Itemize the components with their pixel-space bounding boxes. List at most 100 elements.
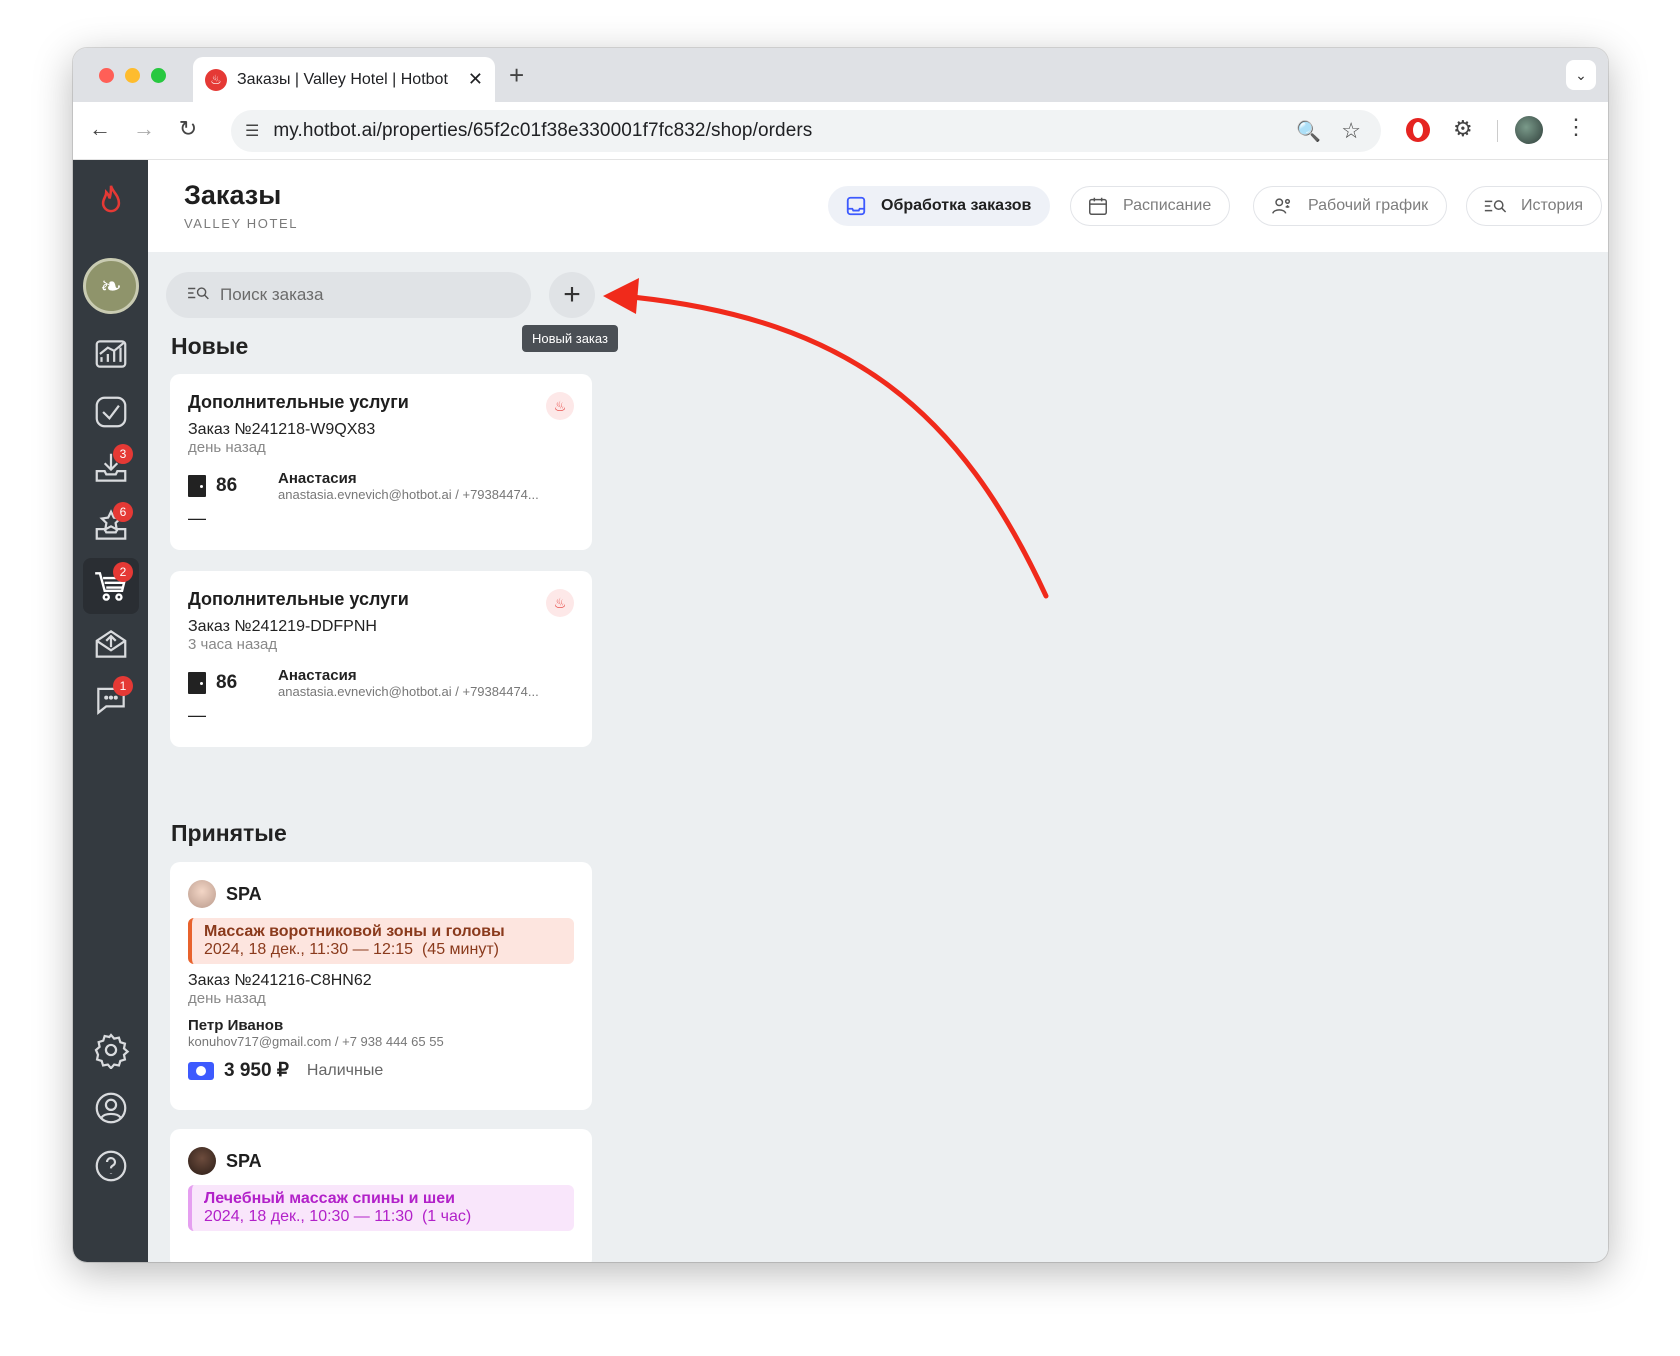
tab-search-button[interactable]: ⌄: [1566, 60, 1596, 90]
orders-badge: 2: [113, 562, 133, 582]
bookmark-star-icon[interactable]: ☆: [1341, 118, 1361, 144]
new-order-button[interactable]: +: [549, 272, 595, 318]
fire-icon: ♨: [546, 589, 574, 617]
site-settings-icon[interactable]: ☰: [245, 121, 259, 141]
page-title: Заказы: [184, 180, 282, 210]
opera-extension-icon[interactable]: [1406, 118, 1430, 142]
hotbot-app: ❧ 3 6 2 1 Заказы VALLEY HOTEL Обработка …: [73, 160, 1608, 1262]
user-profile-icon[interactable]: [83, 1080, 139, 1136]
section-title-new: Новые: [171, 333, 249, 359]
calendar-icon: [1087, 195, 1109, 217]
mail-upload-icon[interactable]: [83, 616, 139, 672]
analytics-icon[interactable]: [83, 326, 139, 382]
order-age: 3 часа назад: [188, 636, 278, 653]
address-bar[interactable]: ☰ my.hotbot.ai/properties/65f2c01f38e330…: [231, 110, 1381, 152]
search-input[interactable]: [220, 285, 511, 305]
settings-gear-icon[interactable]: [83, 1022, 139, 1078]
cash-icon: [188, 1061, 214, 1080]
guest-name: Анастасия: [278, 470, 357, 487]
service-block: Массаж воротниковой зоны и головы 2024, …: [188, 918, 574, 964]
room-number: 86: [188, 672, 278, 694]
close-window-button[interactable]: [99, 68, 114, 83]
order-title: Дополнительные услуги: [188, 589, 409, 609]
order-title: Дополнительные услуги: [188, 392, 409, 412]
guest-contact: anastasia.evnevich@hotbot.ai / +79384474…: [278, 487, 539, 502]
order-category: SPA: [226, 1150, 262, 1171]
tab-work-schedule[interactable]: Рабочий график: [1253, 186, 1448, 226]
guest-contact: anastasia.evnevich@hotbot.ai / +79384474…: [278, 684, 539, 699]
order-card[interactable]: Дополнительные услуги ♨ Заказ №241218-W9…: [170, 374, 592, 550]
order-amount: 3 950 ₽: [224, 1060, 289, 1081]
order-age: день назад: [188, 439, 266, 456]
browser-tab[interactable]: ♨ Заказы | Valley Hotel | Hotbot ✕: [193, 57, 495, 102]
staff-avatar: [188, 880, 216, 908]
page-header: Заказы VALLEY HOTEL Обработка заказов Ра…: [148, 160, 1608, 252]
order-age: день назад: [188, 990, 266, 1007]
guest-name: Анастасия: [278, 667, 357, 684]
order-card[interactable]: Дополнительные услуги ♨ Заказ №241219-DD…: [170, 571, 592, 747]
zoom-icon[interactable]: 🔍: [1296, 119, 1321, 144]
hotbot-logo-icon[interactable]: [83, 172, 139, 228]
order-note: —: [188, 508, 206, 528]
service-name: Лечебный массаж спины и шеи: [204, 1190, 455, 1207]
reload-button[interactable]: ↻: [173, 116, 203, 142]
inbox-icon: [845, 195, 867, 217]
tab-title: Заказы | Valley Hotel | Hotbot: [237, 70, 448, 88]
sidebar: ❧ 3 6 2 1: [73, 160, 148, 1262]
reviews-star-icon[interactable]: 6: [83, 498, 139, 554]
guest-contact: konuhov717@gmail.com / +7 938 444 65 55: [188, 1034, 444, 1049]
help-question-icon[interactable]: [83, 1138, 139, 1194]
search-list-icon: [186, 284, 210, 307]
minimize-window-button[interactable]: [125, 68, 140, 83]
fire-icon: ♨: [546, 392, 574, 420]
browser-toolbar: ← → ↻ ☰ my.hotbot.ai/properties/65f2c01f…: [73, 102, 1608, 160]
order-card[interactable]: SPA Лечебный массаж спины и шеи 2024, 18…: [170, 1129, 592, 1262]
toolbar-divider: [1497, 120, 1498, 142]
tab-strip: ♨ Заказы | Valley Hotel | Hotbot ✕ + ⌄: [73, 48, 1608, 102]
history-search-icon: [1483, 196, 1507, 216]
orders-cart-icon[interactable]: 2: [83, 558, 139, 614]
hotbot-favicon-icon: ♨: [205, 68, 227, 91]
order-category: SPA: [226, 883, 262, 904]
order-card[interactable]: SPA Массаж воротниковой зоны и головы 20…: [170, 862, 592, 1110]
service-block: Лечебный массаж спины и шеи 2024, 18 дек…: [188, 1185, 574, 1231]
profile-avatar[interactable]: [1515, 116, 1543, 144]
service-name: Массаж воротниковой зоны и головы: [204, 923, 505, 940]
tab-schedule[interactable]: Расписание: [1070, 186, 1231, 226]
payment-method: Наличные: [306, 1061, 384, 1079]
tasks-check-icon[interactable]: [83, 384, 139, 440]
section-title-accepted: Принятые: [171, 820, 287, 846]
order-search[interactable]: [166, 272, 531, 318]
chat-badge: 1: [113, 676, 133, 696]
tab-history[interactable]: История: [1466, 186, 1603, 226]
url-text: my.hotbot.ai/properties/65f2c01f38e33000…: [273, 120, 813, 141]
extensions-puzzle-icon[interactable]: ⚙: [1453, 116, 1473, 142]
new-order-tooltip: Новый заказ: [522, 325, 618, 352]
order-number: Заказ №241216-C8HN62: [188, 972, 372, 989]
staff-avatar: [188, 1147, 216, 1175]
guest-name: Петр Иванов: [188, 1017, 284, 1034]
order-number: Заказ №241218-W9QX83: [188, 421, 376, 438]
room-number: 86: [188, 475, 278, 497]
hotel-name: VALLEY HOTEL: [184, 216, 299, 231]
new-tab-button[interactable]: +: [509, 60, 524, 91]
hotel-avatar[interactable]: ❧: [83, 258, 139, 314]
staff-icon: [1270, 195, 1294, 217]
browser-menu-icon[interactable]: ⋮: [1565, 114, 1587, 140]
browser-window: ♨ Заказы | Valley Hotel | Hotbot ✕ + ⌄ ←…: [73, 48, 1608, 1262]
downloads-badge: 3: [113, 444, 133, 464]
chat-icon[interactable]: 1: [83, 672, 139, 728]
close-tab-icon[interactable]: ✕: [468, 69, 483, 90]
door-icon: [188, 475, 206, 497]
service-time: 2024, 18 дек., 10:30 — 11:30 (1 час): [204, 1208, 472, 1225]
maximize-window-button[interactable]: [151, 68, 166, 83]
forward-button[interactable]: →: [129, 116, 159, 142]
service-time: 2024, 18 дек., 11:30 — 12:15 (45 минут): [204, 941, 499, 958]
order-note: —: [188, 705, 206, 725]
inbox-download-icon[interactable]: 3: [83, 440, 139, 496]
door-icon: [188, 672, 206, 694]
tab-order-processing[interactable]: Обработка заказов: [828, 186, 1051, 226]
back-button[interactable]: ←: [85, 116, 115, 142]
reviews-badge: 6: [113, 502, 133, 522]
order-number: Заказ №241219-DDFPNH: [188, 618, 377, 635]
